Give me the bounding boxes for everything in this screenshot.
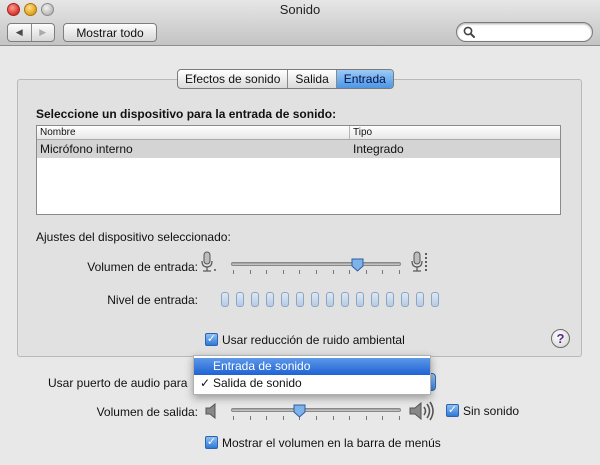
slider-tick <box>316 416 317 420</box>
input-volume-label: Volumen de entrada: <box>87 260 198 274</box>
slider-tick <box>266 270 268 274</box>
input-level-segment <box>371 292 379 307</box>
microphone-high-icon <box>411 251 427 272</box>
input-level-segment <box>401 292 409 307</box>
slider-tick <box>382 270 384 274</box>
show-volume-menubar-checkbox[interactable]: ✓ <box>205 436 218 449</box>
tab-sound-effects[interactable]: Efectos de sonido <box>178 70 287 88</box>
help-button[interactable]: ? <box>551 329 570 348</box>
slider-tick <box>332 270 334 274</box>
microphone-low-icon <box>201 251 216 272</box>
menu-item-sound-input[interactable]: Entrada de sonido <box>194 358 430 375</box>
back-arrow-icon: ◀ <box>15 27 23 37</box>
input-level-segment <box>296 292 304 307</box>
slider-tick <box>233 416 234 420</box>
slider-tick <box>316 270 317 274</box>
device-settings-label: Ajustes del dispositivo seleccionado: <box>36 230 231 244</box>
speaker-high-icon <box>409 401 434 421</box>
search-icon <box>463 26 475 38</box>
slider-tick <box>249 270 251 274</box>
input-level-segment <box>311 292 319 307</box>
window-title: Sonido <box>279 2 321 17</box>
input-volume-track[interactable] <box>231 262 401 266</box>
tab-output[interactable]: Salida <box>287 70 335 88</box>
table-row[interactable]: Micrófono interno Integrado <box>37 140 560 158</box>
tab-input[interactable]: Entrada <box>335 70 393 88</box>
slider-tick <box>349 416 351 420</box>
input-level-segment <box>266 292 274 307</box>
slider-tick <box>399 270 400 274</box>
show-volume-menubar-label: Mostrar el volumen en la barra de menús <box>222 436 441 450</box>
input-level-segment <box>431 292 439 307</box>
device-type-cell: Integrado <box>353 142 404 156</box>
sound-preferences-window: Sonido ◀ ▶ Mostrar todo Efectos de sonid… <box>0 0 600 465</box>
input-device-table[interactable]: Nombre Tipo Micrófono interno Integrado <box>36 125 561 215</box>
slider-tick <box>282 270 284 274</box>
slider-tick <box>365 270 367 274</box>
input-level-segment <box>416 292 424 307</box>
input-level-segment <box>326 292 334 307</box>
slider-tick <box>365 416 367 420</box>
table-header: Nombre Tipo <box>37 126 560 140</box>
input-level-segment <box>251 292 259 307</box>
audio-port-menu: Entrada de sonido ✓ Salida de sonido <box>193 355 431 395</box>
output-volume-track[interactable] <box>231 408 401 412</box>
input-level-segment <box>236 292 244 307</box>
audio-port-label: Usar puerto de audio para <box>48 376 188 390</box>
slider-tick <box>332 416 334 420</box>
noise-reduction-checkbox[interactable]: ✓ <box>205 333 218 346</box>
device-name-cell: Micrófono interno <box>40 142 133 156</box>
column-header-name[interactable]: Nombre <box>37 126 350 139</box>
menu-item-sound-output[interactable]: ✓ Salida de sonido <box>194 375 430 392</box>
output-volume-slider-knob[interactable] <box>293 404 306 418</box>
speaker-low-icon <box>205 403 216 419</box>
input-level-segment <box>386 292 394 307</box>
slider-tick <box>299 270 301 274</box>
input-volume-slider-knob[interactable] <box>351 258 364 272</box>
slider-tick <box>266 416 268 420</box>
slider-tick <box>249 416 251 420</box>
tab-bar: Efectos de sonido Salida Entrada <box>177 69 394 89</box>
input-level-segment <box>356 292 364 307</box>
input-level-segment <box>221 292 229 307</box>
back-button[interactable]: ◀ <box>8 24 31 41</box>
noise-reduction-label: Usar reducción de ruido ambiental <box>222 333 405 347</box>
select-device-label: Seleccione un dispositivo para la entrad… <box>36 107 337 121</box>
column-header-type[interactable]: Tipo <box>350 126 372 139</box>
forward-button[interactable]: ▶ <box>30 24 55 41</box>
checkmark-icon: ✓ <box>200 376 211 390</box>
menu-item-label: Entrada de sonido <box>213 359 311 373</box>
input-level-segment <box>281 292 289 307</box>
input-level-meter <box>221 292 439 307</box>
slider-tick <box>399 416 400 420</box>
input-level-segment <box>341 292 349 307</box>
slider-tick <box>382 416 384 420</box>
search-field[interactable] <box>456 22 593 42</box>
menu-item-label: Salida de sonido <box>213 376 302 390</box>
search-input[interactable] <box>477 25 587 39</box>
back-forward-group: ◀ ▶ <box>7 23 55 42</box>
show-all-button[interactable]: Mostrar todo <box>63 23 157 42</box>
forward-arrow-icon: ▶ <box>39 27 47 37</box>
slider-tick <box>233 270 234 274</box>
mute-checkbox[interactable]: ✓ <box>446 404 459 417</box>
output-volume-label: Volumen de salida: <box>96 405 198 419</box>
slider-tick <box>282 416 284 420</box>
input-level-label: Nivel de entrada: <box>107 293 198 307</box>
title-bar: Sonido ◀ ▶ Mostrar todo <box>0 0 600 46</box>
mute-label: Sin sonido <box>463 404 520 418</box>
